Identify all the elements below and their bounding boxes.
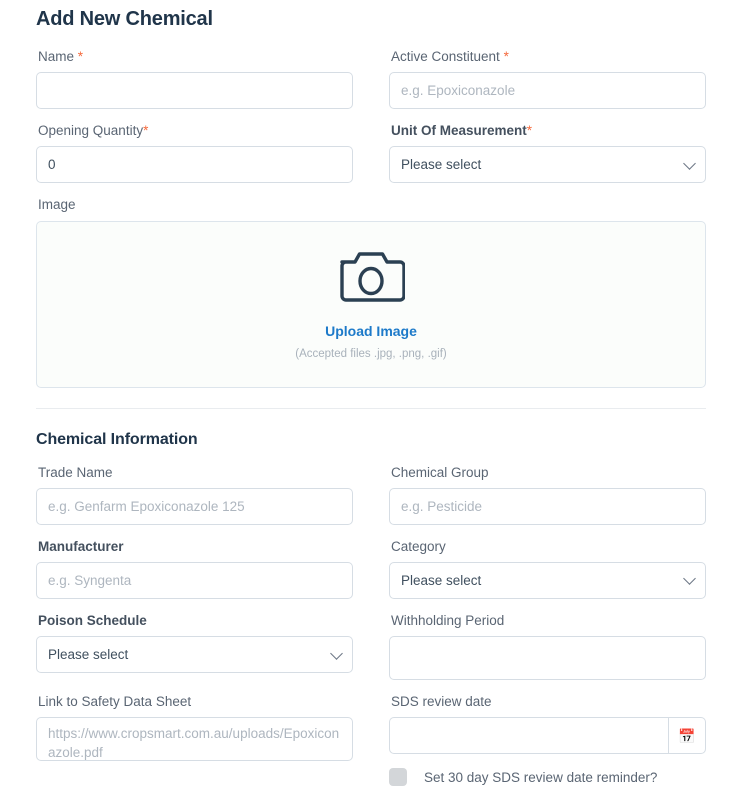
- withholding-period-label: Withholding Period: [391, 612, 505, 628]
- poison-schedule-label: Poison Schedule: [38, 612, 147, 628]
- opening-quantity-required-mark: *: [143, 123, 149, 139]
- field-sds-review-date: SDS review date 📅 Set 30 day SDS review …: [389, 694, 706, 787]
- manufacturer-input[interactable]: [36, 561, 353, 599]
- active-constituent-input[interactable]: [389, 72, 706, 110]
- sds-review-date-label: SDS review date: [391, 694, 492, 710]
- withholding-period-input[interactable]: [389, 636, 706, 681]
- poison-schedule-select-wrap: Please select: [36, 636, 353, 674]
- unit-of-measurement-label-text: Unit Of Measurement: [391, 123, 527, 139]
- name-input[interactable]: [36, 72, 353, 110]
- camera-icon: [337, 248, 406, 309]
- link-to-sds-input[interactable]: [36, 717, 353, 762]
- manufacturer-label: Manufacturer: [38, 538, 124, 554]
- sds-review-date-group: 📅: [389, 717, 706, 755]
- section-divider: [36, 407, 706, 409]
- name-required-mark: *: [77, 49, 84, 64]
- form-row-poison-schedule: Poison Schedule Please select Withholdin…: [36, 612, 706, 681]
- active-constituent-label-text: Active Constituent: [391, 49, 500, 64]
- field-poison-schedule: Poison Schedule Please select: [36, 613, 353, 680]
- trade-name-label: Trade Name: [38, 464, 113, 480]
- active-constituent-label: Active Constituent *: [391, 49, 706, 65]
- chemical-information-heading: Chemical Information: [36, 430, 198, 448]
- unit-of-measurement-select[interactable]: Please select: [389, 146, 706, 184]
- link-to-sds-label: Link to Safety Data Sheet: [38, 694, 192, 710]
- field-manufacturer: Manufacturer: [36, 539, 353, 599]
- field-active-constituent: Active Constituent *: [389, 49, 706, 110]
- category-select-wrap: Please select: [389, 561, 706, 599]
- form-row-name: Name * Active Constituent *: [36, 49, 706, 110]
- image-dropzone[interactable]: Upload Image (Accepted files .jpg, .png,…: [36, 220, 706, 388]
- category-label: Category: [391, 538, 446, 554]
- field-opening-quantity: Opening Quantity*: [36, 123, 353, 184]
- trade-name-input[interactable]: [36, 487, 353, 525]
- add-chemical-form: Add New Chemical Name * Active Constitue…: [0, 0, 742, 787]
- poison-schedule-select[interactable]: Please select: [36, 636, 353, 674]
- field-link-to-sds: Link to Safety Data Sheet: [36, 694, 353, 786]
- field-withholding-period: Withholding Period: [389, 612, 706, 681]
- form-row-trade-name: Trade Name Chemical Group: [36, 465, 706, 525]
- form-row-image: Image Upload Image (Accepted files .jpg,…: [36, 197, 706, 388]
- active-constituent-required-mark: *: [503, 49, 509, 64]
- chemical-group-input[interactable]: [389, 487, 706, 525]
- form-row-manufacturer: Manufacturer Category Please select: [36, 539, 706, 599]
- unit-of-measurement-required-mark: *: [526, 123, 533, 139]
- field-unit-of-measurement: Unit Of Measurement* Please select: [389, 123, 706, 184]
- field-trade-name: Trade Name: [36, 465, 353, 525]
- field-image: Image Upload Image (Accepted files .jpg,…: [36, 197, 706, 388]
- field-chemical-group: Chemical Group: [389, 465, 706, 525]
- unit-of-measurement-select-wrap: Please select: [389, 146, 706, 184]
- opening-quantity-input[interactable]: [36, 146, 353, 184]
- name-label: Name *: [38, 49, 353, 65]
- image-label: Image: [38, 197, 76, 213]
- unit-of-measurement-label: Unit Of Measurement*: [391, 123, 706, 139]
- category-select[interactable]: Please select: [389, 561, 706, 599]
- opening-quantity-label-text: Opening Quantity: [38, 123, 144, 139]
- upload-image-link[interactable]: Upload Image: [325, 323, 417, 339]
- sds-reminder-label: Set 30 day SDS review date reminder?: [424, 769, 658, 785]
- upload-hint-text: (Accepted files .jpg, .png, .gif): [295, 348, 447, 361]
- chemical-group-label: Chemical Group: [391, 464, 489, 480]
- form-row-sds: Link to Safety Data Sheet SDS review dat…: [36, 694, 706, 787]
- calendar-icon[interactable]: 📅: [668, 717, 706, 755]
- field-category: Category Please select: [389, 539, 706, 599]
- field-name: Name *: [36, 49, 353, 110]
- opening-quantity-label: Opening Quantity*: [38, 123, 353, 139]
- sds-review-date-input[interactable]: [389, 717, 668, 755]
- form-row-quantity: Opening Quantity* Unit Of Measurement* P…: [36, 123, 706, 184]
- name-label-text: Name: [38, 49, 75, 64]
- page-title: Add New Chemical: [36, 8, 213, 30]
- sds-reminder-row: Set 30 day SDS review date reminder?: [389, 768, 706, 787]
- sds-reminder-checkbox[interactable]: [389, 768, 407, 787]
